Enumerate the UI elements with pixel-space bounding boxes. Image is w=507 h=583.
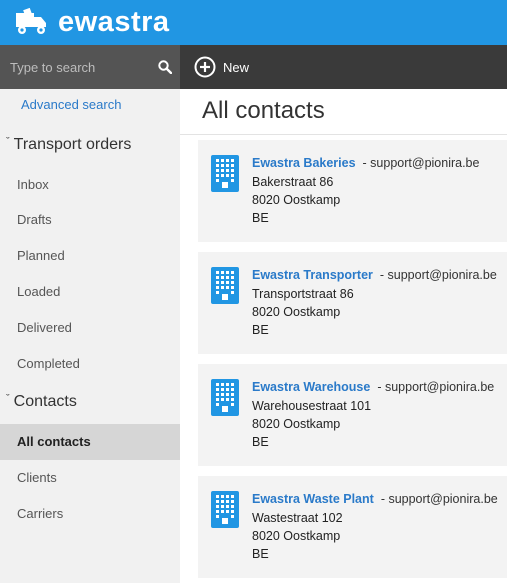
- contact-name[interactable]: Ewastra Waste Plant: [252, 492, 374, 506]
- sidebar-item-loaded[interactable]: Loaded: [0, 274, 180, 310]
- building-icon: [211, 491, 239, 528]
- section-label: Transport orders: [13, 136, 132, 153]
- divider: [180, 134, 507, 135]
- sidebar-item-clients[interactable]: Clients: [0, 460, 180, 496]
- plus-circle-icon: [194, 56, 216, 78]
- contact-card[interactable]: Ewastra Transporter - support@pionira.be …: [198, 252, 507, 354]
- section-contacts[interactable]: ˇ Contacts: [6, 393, 77, 411]
- contact-city: 8020 Oostkamp: [252, 193, 341, 207]
- chevron-down-icon: ˇ: [6, 393, 10, 405]
- sidebar-item-completed[interactable]: Completed: [0, 346, 180, 382]
- search-input[interactable]: [0, 45, 150, 89]
- building-icon: [211, 155, 239, 192]
- contact-street: Bakerstraat 86: [252, 175, 334, 189]
- building-icon: [211, 267, 239, 304]
- contact-country: BE: [252, 211, 269, 225]
- sidebar: Advanced search ˇ Transport orders Inbox…: [0, 45, 180, 583]
- contact-card[interactable]: Ewastra Bakeries - support@pionira.be Bak…: [198, 140, 507, 242]
- contact-street: Wastestraat 102: [252, 511, 343, 525]
- page-title: All contacts: [202, 97, 325, 124]
- contact-name[interactable]: Ewastra Warehouse: [252, 380, 370, 394]
- new-button[interactable]: New: [194, 56, 249, 78]
- search-icon[interactable]: [158, 60, 172, 74]
- contact-card[interactable]: Ewastra Waste Plant - support@pionira.be …: [198, 476, 507, 578]
- sidebar-item-inbox[interactable]: Inbox: [0, 167, 180, 203]
- sidebar-item-drafts[interactable]: Drafts: [0, 202, 180, 238]
- app-logo[interactable]: ewastra: [14, 5, 170, 39]
- section-label: Contacts: [13, 393, 77, 410]
- contact-email: - support@pionira.be: [380, 492, 498, 506]
- contact-name[interactable]: Ewastra Bakeries: [252, 156, 356, 170]
- contact-city: 8020 Oostkamp: [252, 529, 341, 543]
- contact-name[interactable]: Ewastra Transporter: [252, 268, 373, 282]
- contact-street: Warehousestraat 101: [252, 399, 372, 413]
- contact-country: BE: [252, 323, 269, 337]
- toolbar: New: [180, 45, 507, 89]
- new-button-label: New: [223, 59, 250, 75]
- truck-logo-icon: [16, 7, 46, 34]
- contact-country: BE: [252, 435, 269, 449]
- section-transport-orders[interactable]: ˇ Transport orders: [6, 136, 131, 154]
- main-content: New All contacts Ewastra Bakeries - suppo…: [180, 45, 507, 583]
- contact-city: 8020 Oostkamp: [252, 305, 341, 319]
- contact-street: Transportstraat 86: [252, 287, 354, 301]
- logo-text: ewastra: [58, 6, 170, 38]
- contact-card[interactable]: Ewastra Warehouse - support@pionira.be Wa…: [198, 364, 507, 466]
- chevron-down-icon: ˇ: [6, 136, 10, 148]
- advanced-search-link[interactable]: Advanced search: [21, 97, 121, 112]
- search-bar: [0, 45, 180, 89]
- contact-email: - support@pionira.be: [377, 380, 495, 394]
- sidebar-item-delivered[interactable]: Delivered: [0, 310, 180, 346]
- contact-city: 8020 Oostkamp: [252, 417, 341, 431]
- app-header: ewastra: [0, 0, 507, 45]
- contact-country: BE: [252, 547, 269, 561]
- sidebar-item-planned[interactable]: Planned: [0, 238, 180, 274]
- contact-email: - support@pionira.be: [379, 268, 497, 282]
- sidebar-item-all-contacts[interactable]: All contacts: [0, 424, 180, 460]
- contact-email: - support@pionira.be: [362, 156, 480, 170]
- building-icon: [211, 379, 239, 416]
- sidebar-item-carriers[interactable]: Carriers: [0, 496, 180, 532]
